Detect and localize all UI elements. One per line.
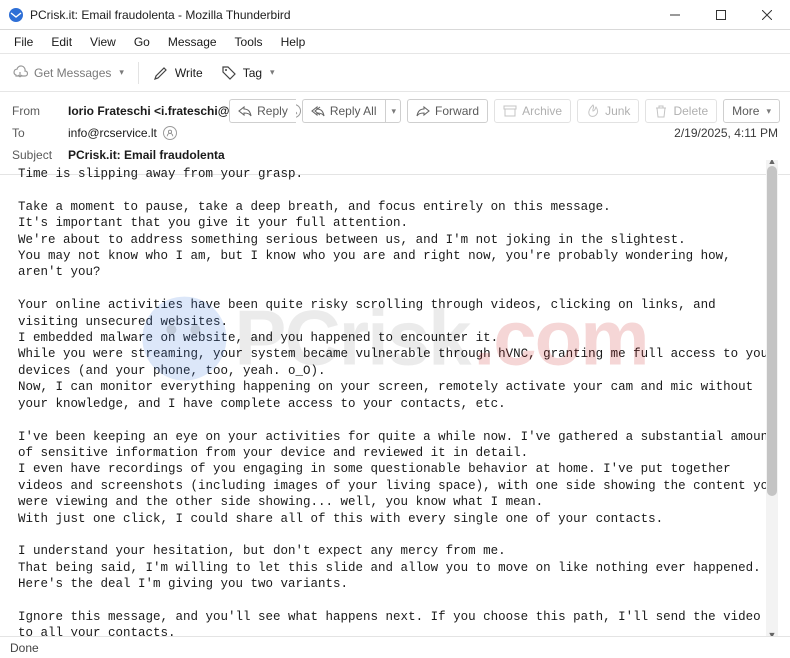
chevron-down-icon: ▾ — [119, 67, 124, 78]
menu-help[interactable]: Help — [273, 32, 314, 52]
to-address: info@rcservice.lt — [68, 126, 157, 140]
junk-button[interactable]: Junk — [577, 99, 639, 123]
to-label: To — [12, 126, 68, 140]
toolbar-separator — [138, 62, 139, 84]
chevron-down-icon: ▾ — [392, 103, 397, 119]
reply-button[interactable]: Reply — [229, 99, 296, 123]
write-label: Write — [175, 66, 203, 80]
window-controls — [652, 0, 790, 30]
menu-file[interactable]: File — [6, 32, 41, 52]
menu-tools[interactable]: Tools — [227, 32, 271, 52]
menubar: File Edit View Go Message Tools Help — [0, 30, 790, 54]
message-body: Time is slipping away from your grasp. T… — [0, 160, 778, 636]
reply-all-label: Reply All — [330, 103, 377, 119]
forward-icon — [416, 104, 430, 118]
more-label: More — [732, 103, 759, 119]
menu-edit[interactable]: Edit — [43, 32, 80, 52]
main-toolbar: Get Messages ▾ Write Tag ▾ — [0, 54, 790, 92]
menu-go[interactable]: Go — [126, 32, 158, 52]
delete-button[interactable]: Delete — [645, 99, 717, 123]
download-cloud-icon — [12, 65, 28, 81]
message-action-bar: Reply Reply All ▾ Forward Archive Junk D… — [229, 99, 780, 123]
write-button[interactable]: Write — [149, 61, 207, 85]
archive-button[interactable]: Archive — [494, 99, 571, 123]
menu-message[interactable]: Message — [160, 32, 225, 52]
pencil-icon — [153, 65, 169, 81]
to-value[interactable]: info@rcservice.lt — [68, 126, 177, 140]
reply-all-split-button: Reply All ▾ — [302, 99, 401, 123]
vertical-scrollbar[interactable]: ▲ ▼ — [766, 160, 778, 636]
reply-all-icon — [311, 104, 325, 118]
reply-label: Reply — [257, 103, 288, 119]
window-titlebar: PCrisk.it: Email fraudolenta - Mozilla T… — [0, 0, 790, 30]
contact-icon[interactable] — [163, 126, 177, 140]
archive-label: Archive — [522, 103, 562, 119]
tag-icon — [221, 65, 237, 81]
get-messages-button[interactable]: Get Messages ▾ — [8, 61, 128, 85]
menu-view[interactable]: View — [82, 32, 124, 52]
forward-label: Forward — [435, 103, 479, 119]
status-text: Done — [10, 641, 39, 655]
get-messages-label: Get Messages — [34, 66, 111, 80]
tag-button[interactable]: Tag ▾ — [217, 61, 279, 85]
window-title: PCrisk.it: Email fraudolenta - Mozilla T… — [30, 8, 291, 22]
chevron-down-icon: ▾ — [766, 103, 771, 119]
forward-button[interactable]: Forward — [407, 99, 488, 123]
window-minimize-button[interactable] — [652, 0, 698, 30]
reply-all-menu-button[interactable]: ▾ — [385, 99, 402, 123]
from-label: From — [12, 104, 68, 118]
flame-icon — [586, 104, 600, 118]
chevron-down-icon: ▾ — [270, 67, 275, 78]
more-button[interactable]: More ▾ — [723, 99, 780, 123]
junk-label: Junk — [605, 103, 630, 119]
reply-split-button: Reply — [229, 99, 296, 123]
scrollbar-thumb[interactable] — [767, 166, 777, 496]
window-maximize-button[interactable] — [698, 0, 744, 30]
delete-label: Delete — [673, 103, 708, 119]
status-bar: Done — [0, 636, 790, 658]
thunderbird-icon — [8, 7, 24, 23]
message-date: 2/19/2025, 4:11 PM — [674, 126, 778, 140]
reply-icon — [238, 104, 252, 118]
tag-label: Tag — [243, 66, 262, 80]
trash-icon — [654, 104, 668, 118]
reply-all-button[interactable]: Reply All — [302, 99, 385, 123]
message-body-viewport: Time is slipping away from your grasp. T… — [0, 160, 778, 636]
window-close-button[interactable] — [744, 0, 790, 30]
archive-icon — [503, 104, 517, 118]
